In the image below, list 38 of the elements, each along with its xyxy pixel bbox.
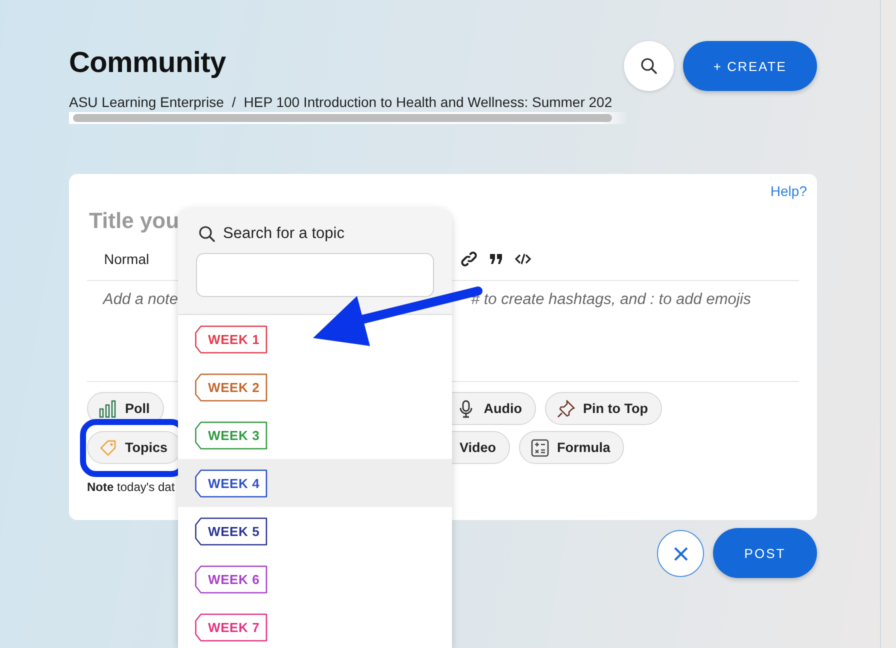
search-icon — [198, 225, 216, 243]
scrollbar[interactable] — [69, 112, 628, 124]
close-button[interactable] — [657, 530, 704, 577]
attachment-chip[interactable]: Formula — [519, 431, 624, 464]
bar-chart-icon — [99, 400, 117, 418]
topic-tag: WEEK 4 — [195, 470, 269, 496]
create-button[interactable]: + CREATE — [683, 41, 817, 91]
post-button[interactable]: POST — [713, 528, 817, 578]
format-select[interactable]: Normal — [104, 251, 150, 267]
topic-search-field[interactable] — [196, 253, 434, 297]
topic-tag: WEEK 6 — [195, 566, 269, 592]
attachment-chip[interactable]: Pin to Top — [545, 392, 662, 425]
topic-option[interactable]: WEEK 1 — [178, 315, 452, 363]
topic-tag: WEEK 7 — [195, 614, 269, 640]
code-icon[interactable] — [515, 253, 531, 265]
breadcrumb-link[interactable]: ASU Learning Enterprise — [69, 94, 224, 110]
page-title: Community — [69, 47, 227, 80]
help-link[interactable]: Help? — [770, 183, 807, 199]
pin-icon — [557, 400, 576, 418]
topic-option[interactable]: WEEK 4 — [178, 459, 452, 507]
search-button[interactable] — [624, 41, 674, 91]
topic-option[interactable]: WEEK 5 — [178, 507, 452, 555]
search-icon — [640, 57, 658, 75]
topic-tag: WEEK 2 — [195, 374, 269, 400]
tag-icon — [99, 438, 117, 456]
topic-tag: WEEK 3 — [195, 422, 269, 448]
note-text: Note today's dat — [87, 480, 175, 494]
topic-option[interactable]: WEEK 7 — [178, 603, 452, 648]
quote-icon[interactable] — [489, 253, 503, 265]
search-label: Search for a topic — [223, 225, 344, 243]
topic-option[interactable]: WEEK 6 — [178, 555, 452, 603]
breadcrumb-link[interactable]: HEP 100 Introduction to Health and Wellness: Summer 202 — [244, 94, 612, 110]
close-icon — [672, 546, 688, 562]
topic-tag: WEEK 5 — [195, 518, 269, 544]
topic-tag: WEEK 1 — [195, 326, 269, 352]
breadcrumb-separator: / — [232, 94, 236, 110]
calculator-icon — [531, 438, 550, 456]
link-icon[interactable] — [461, 251, 477, 267]
